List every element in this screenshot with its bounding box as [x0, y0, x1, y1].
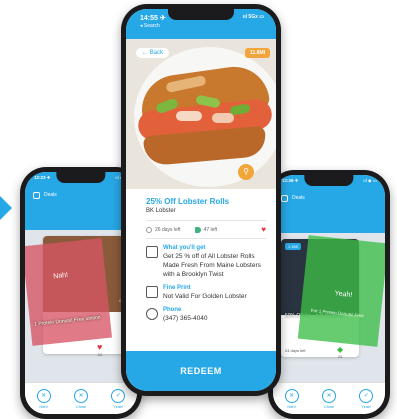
heart-icon[interactable]: ♥: [97, 342, 102, 352]
close-icon: ✕: [321, 388, 336, 403]
deal-hero-image: ← Back 11.8MI: [126, 39, 276, 189]
thumbs-up-icon: ✓: [359, 388, 374, 403]
deal-stats: 26 days left 47 left ♥: [146, 220, 266, 239]
claimed-stat: 47 left: [194, 226, 217, 233]
fine-print: Fine Print Not Valid For Golden Lobster: [146, 285, 266, 301]
deals-header: Deals: [273, 189, 385, 233]
yeah-button[interactable]: ✓ Yeah!: [359, 388, 374, 409]
close-button[interactable]: ✕ Close: [321, 388, 336, 409]
tag-icon[interactable]: ◆: [337, 345, 343, 354]
thumbs-down-icon: ✕: [284, 388, 299, 403]
notch: [304, 175, 354, 186]
thumbs-up-icon: ✓: [111, 388, 126, 403]
nah-button[interactable]: ✕ Nah!: [36, 388, 51, 409]
lobster-meat: [176, 111, 202, 121]
nah-label: Nah!: [52, 271, 69, 281]
close-icon: ✕: [73, 388, 88, 403]
lobster-meat: [212, 113, 234, 123]
yeah-label: Yeah!: [334, 290, 353, 299]
nah-overlay: Nah! 1 Protein Donuts! Free utrition: [25, 238, 113, 346]
heart-icon[interactable]: ♥: [261, 225, 266, 234]
phone-main-screen: 14:55 ✈ ◂ Search ııl 5Gx ▭ ← Back 11.8MI…: [126, 9, 276, 391]
status-time: 14:55 ✈: [140, 15, 166, 22]
phone-number-link[interactable]: (347) 365-4040: [163, 314, 207, 323]
card-caption: 1 Protein Donuts! Free utrition: [33, 314, 101, 328]
close-button[interactable]: ✕ Close: [73, 388, 88, 409]
store-name[interactable]: BK Lobster: [146, 208, 266, 214]
tag-icon: [194, 226, 201, 233]
share-icon[interactable]: ⚲: [238, 164, 254, 180]
phone-right: 12:26 ✈ ııl ◆ ▭ Deals 1.1MI 50% Off An..…: [268, 170, 390, 419]
status-indicators: ııl 5Gx ▭: [242, 14, 264, 20]
deals-icon[interactable]: [33, 192, 40, 199]
phone-icon: [146, 308, 158, 320]
like-count: ◆ 24: [337, 345, 344, 359]
swipe-area: 1.1MI 50% Off An... lnfit Nutrition 24 d…: [273, 233, 385, 382]
status-indicators: ııl ◆ ▭: [363, 178, 377, 183]
phone-info: Phone (347) 365-4040: [146, 307, 266, 323]
marketing-composition: 12:23 ✈ ııl ◆ ▭ Deals othie Nah! 1 Prote…: [0, 0, 397, 419]
gift-icon: [146, 246, 158, 258]
status-time: 12:23 ✈: [34, 175, 51, 180]
phone-main: 14:55 ✈ ◂ Search ııl 5Gx ▭ ← Back 11.8MI…: [121, 4, 281, 396]
thumbs-down-icon: ✕: [36, 388, 51, 403]
notch: [168, 9, 234, 20]
phone-right-screen: 12:26 ✈ ııl ◆ ▭ Deals 1.1MI 50% Off An..…: [273, 175, 385, 414]
days-left-stat: 26 days left: [146, 226, 181, 233]
bottom-action-bar: ✕ Nah! ✕ Close ✓ Yeah!: [273, 382, 385, 414]
back-button[interactable]: ← Back: [136, 48, 170, 58]
header-title: Deals: [44, 192, 57, 198]
days-left: 24 days left: [285, 348, 306, 353]
deals-icon[interactable]: [281, 195, 288, 202]
clock-icon: [146, 226, 152, 233]
yeah-overlay: Yeah! For 1 Protein Donuts! Free: [297, 235, 385, 347]
yeah-button[interactable]: ✓ Yeah!: [111, 388, 126, 409]
overlay-caption: For 1 Protein Donuts! Free: [310, 307, 365, 319]
deal-title: 25% Off Lobster Rolls: [146, 197, 230, 206]
arrow-icon: [0, 196, 12, 220]
document-icon: [146, 286, 158, 298]
deal-details: 25% Off Lobster Rolls BK Lobster 26 days…: [126, 189, 276, 363]
nah-button[interactable]: ✕ Nah!: [284, 388, 299, 409]
header-title: Deals: [292, 195, 305, 201]
back-to-search-link[interactable]: ◂ Search: [140, 23, 160, 29]
like-count: ♥ 24: [97, 342, 103, 357]
bottom-action-bar: ✕ Nah! ✕ Close ✓ Yeah!: [25, 382, 137, 414]
status-time: 12:26 ✈: [282, 178, 299, 183]
redeem-button[interactable]: REDEEM: [126, 351, 276, 391]
distance-tag: 1.1MI: [285, 243, 302, 250]
what-youll-get: What you'll get Get 25 % off of All Lobs…: [146, 245, 266, 279]
notch: [56, 172, 106, 183]
distance-badge: 11.8MI: [244, 48, 270, 58]
